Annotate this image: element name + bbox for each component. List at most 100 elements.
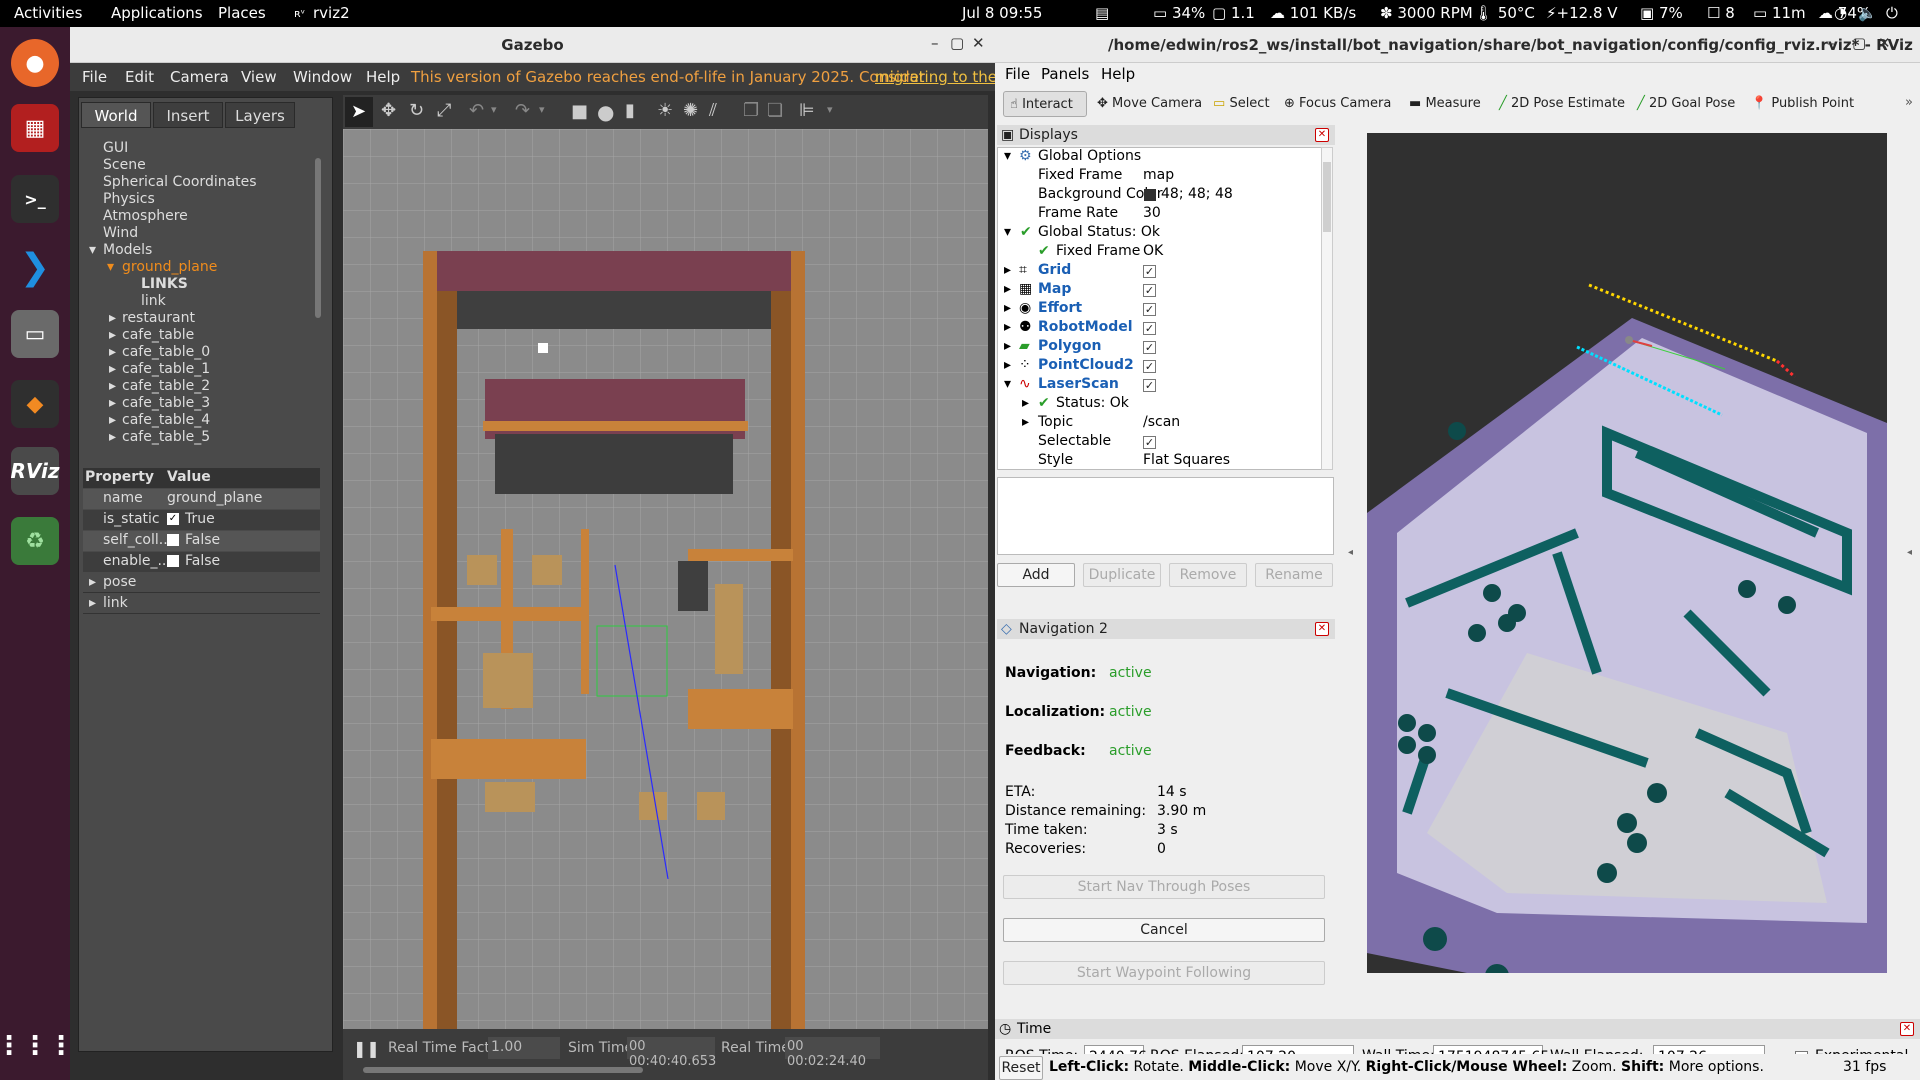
point-light-icon[interactable]: ☀ <box>657 100 673 121</box>
cancel-button[interactable]: Cancel <box>1003 918 1325 942</box>
tree-expander[interactable]: ▸ <box>109 429 116 445</box>
power-icon[interactable]: ⏻ <box>1886 4 1898 22</box>
places-menu[interactable]: Places <box>218 4 266 22</box>
gazebo-scene[interactable] <box>343 129 988 1029</box>
clipboard-icon[interactable]: ▤ <box>1095 4 1109 22</box>
rviz-3d-viewport[interactable] <box>1367 133 1887 973</box>
app-grid-icon[interactable]: ⋮⋮⋮ <box>0 1022 74 1070</box>
display-row[interactable]: Selectable ✓ <box>998 433 1321 452</box>
duplicate-button[interactable]: Duplicate <box>1083 563 1161 587</box>
scale-icon[interactable]: ⤢ <box>437 100 451 121</box>
remove-button[interactable]: Remove <box>1169 563 1247 587</box>
display-row-global-options[interactable]: ▾ ⚙ Global Options <box>998 148 1321 167</box>
tree-expander[interactable]: ▾ <box>107 259 114 275</box>
property-row[interactable]: self_coll... False <box>83 531 320 551</box>
tool-focus-camera[interactable]: ⊕ Focus Camera <box>1278 91 1397 117</box>
menu-panels[interactable]: Panels <box>1041 65 1089 83</box>
add-button[interactable]: Add <box>997 563 1075 587</box>
tree-expander[interactable]: ▸ <box>109 412 116 428</box>
tree-item[interactable]: restaurant <box>122 310 195 326</box>
tree-expander[interactable]: ▸ <box>109 327 116 343</box>
display-checkbox[interactable]: ✓ <box>1143 322 1156 335</box>
arrow-select-icon[interactable]: ➤ <box>351 101 366 122</box>
display-checkbox[interactable]: ✓ <box>1143 379 1156 392</box>
display-row-polygon[interactable]: ▸ ▰ Polygon ✓ <box>998 338 1321 357</box>
display-row-grid[interactable]: ▸ ⌗ Grid ✓ <box>998 262 1321 281</box>
spot-light-icon[interactable]: ✺ <box>683 100 698 121</box>
tree-item[interactable]: cafe_table_0 <box>122 344 210 360</box>
close-icon[interactable]: ✕ <box>1315 128 1329 142</box>
chevron-down-icon[interactable]: ▾ <box>491 103 497 116</box>
tree-item[interactable]: cafe_table_1 <box>122 361 210 377</box>
clock[interactable]: Jul 8 09:55 <box>962 4 1042 22</box>
display-row[interactable]: ✔ Fixed Frame OK <box>998 243 1321 262</box>
close-icon[interactable]: ✕ <box>1900 1022 1914 1036</box>
tree-expander[interactable]: ▸ <box>109 310 116 326</box>
color-swatch[interactable] <box>1144 189 1156 201</box>
start-nav-through-poses-button[interactable]: Start Nav Through Poses <box>1003 875 1325 899</box>
wifi-icon[interactable]: ◔ <box>1834 4 1847 22</box>
minimize-icon[interactable]: – <box>931 34 939 52</box>
property-row-pose[interactable]: ▸ pose <box>83 573 320 593</box>
display-row-laserscan[interactable]: ▾ ∿ LaserScan ✓ <box>998 376 1321 395</box>
chevron-down-icon[interactable]: ▾ <box>1004 224 1011 240</box>
display-row[interactable]: ▾ ✔ Global Status: Ok <box>998 224 1321 243</box>
tool-move-camera[interactable]: ✥ Move Camera <box>1091 91 1208 117</box>
close-icon[interactable]: ✕ <box>972 34 985 52</box>
prop-value[interactable]: 30 <box>1143 205 1161 221</box>
app-icon[interactable]: ▦ <box>11 104 59 152</box>
prop-value[interactable]: map <box>1143 167 1174 183</box>
chevron-right-icon[interactable]: ▸ <box>1004 281 1011 297</box>
trash-icon[interactable]: ♻ <box>11 517 59 565</box>
copy-icon[interactable]: ❐ <box>743 100 759 121</box>
tree-item[interactable]: cafe_table_3 <box>122 395 210 411</box>
activities-button[interactable]: Activities <box>14 4 82 22</box>
tree-expander[interactable]: ▸ <box>109 378 116 394</box>
volume-icon[interactable]: 🔈 <box>1858 4 1877 22</box>
tool-2d-pose-estimate[interactable]: ╱ 2D Pose Estimate <box>1493 91 1631 117</box>
chevron-down-icon[interactable]: ▾ <box>539 103 545 116</box>
paste-icon[interactable]: ❏ <box>767 100 783 121</box>
tree-item[interactable]: Atmosphere <box>103 208 188 224</box>
tab-insert[interactable]: Insert <box>153 102 223 128</box>
chevron-down-icon[interactable]: ▾ <box>1004 376 1011 392</box>
display-checkbox[interactable]: ✓ <box>1143 360 1156 373</box>
menu-file[interactable]: File <box>82 68 107 86</box>
minimize-icon[interactable]: – <box>1827 34 1835 52</box>
chevron-right-icon[interactable]: ▸ <box>1022 395 1029 411</box>
display-row-robotmodel[interactable]: ▸ ⚉ RobotModel ✓ <box>998 319 1321 338</box>
tree-item[interactable]: Scene <box>103 157 146 173</box>
tree-item[interactable]: Spherical Coordinates <box>103 174 257 190</box>
maximize-icon[interactable]: ▢ <box>1852 34 1866 52</box>
chevron-right-icon[interactable]: ▸ <box>1004 300 1011 316</box>
menu-edit[interactable]: Edit <box>125 68 154 86</box>
gazebo-title-bar[interactable]: Gazebo <box>70 27 995 63</box>
scrollbar-thumb[interactable] <box>1323 162 1331 232</box>
tree-item[interactable]: link <box>141 293 166 309</box>
tree-item[interactable]: Wind <box>103 225 138 241</box>
display-checkbox[interactable]: ✓ <box>1143 284 1156 297</box>
tree-item[interactable]: cafe_table <box>122 327 194 343</box>
prop-value[interactable]: 48; 48; 48 <box>1161 186 1233 202</box>
menu-file[interactable]: File <box>1005 65 1030 83</box>
tab-layers[interactable]: Layers <box>225 102 295 128</box>
display-row-effort[interactable]: ▸ ◉ Effort ✓ <box>998 300 1321 319</box>
reset-button[interactable]: Reset <box>999 1056 1043 1080</box>
tool-publish-point[interactable]: 📍 Publish Point <box>1745 91 1860 117</box>
redo-icon[interactable]: ↷ <box>515 100 530 121</box>
align-icon[interactable]: ⊫ <box>799 100 815 121</box>
box-icon[interactable]: ■ <box>571 101 588 122</box>
prop-value[interactable]: Flat Squares <box>1143 452 1230 468</box>
tool-interact[interactable]: ☝ Interact <box>1003 91 1087 117</box>
cylinder-icon[interactable]: ▮ <box>625 100 635 121</box>
active-app-name[interactable]: rviz2 <box>313 4 350 22</box>
chevron-right-icon[interactable]: ▸ <box>1004 319 1011 335</box>
display-checkbox[interactable]: ✓ <box>1143 341 1156 354</box>
tree-item[interactable]: cafe_table_5 <box>122 429 210 445</box>
chevron-right-icon[interactable]: ▸ <box>1022 414 1029 430</box>
property-row[interactable]: name ground_plane <box>83 489 320 509</box>
collapse-right-icon[interactable]: ◂ <box>1907 547 1912 558</box>
menu-view[interactable]: View <box>241 68 277 86</box>
vscode-icon[interactable]: ❯ <box>11 243 59 291</box>
display-row[interactable]: ▸ ✔ Status: Ok <box>998 395 1321 414</box>
